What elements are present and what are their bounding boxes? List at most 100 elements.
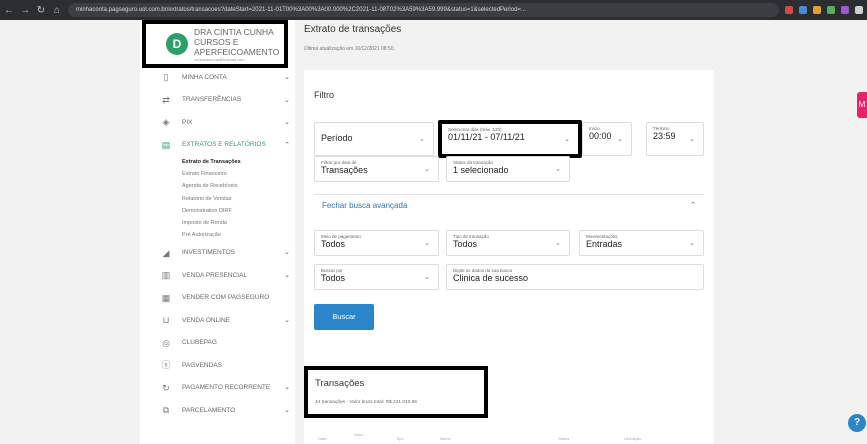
forward-icon[interactable]: → (20, 5, 30, 16)
chevron-up-icon[interactable]: ⌃ (690, 201, 696, 209)
sidebar-item-label: PAGAMENTO RECORRENTE (182, 384, 271, 392)
chevron-up-icon: ⌃ (284, 141, 290, 149)
subitem-imposto-renda[interactable]: Imposto de Renda (160, 217, 290, 229)
movements-select[interactable]: Movimentações Entradas ⌄ (579, 230, 704, 256)
account-card[interactable]: D DRA CINTIA CUNHA CURSOS E APERFEICOAME… (142, 20, 288, 68)
reload-icon[interactable]: ↻ (36, 5, 46, 16)
help-icon[interactable]: ? (848, 414, 866, 432)
page: D DRA CINTIA CUNHA CURSOS E APERFEICOAME… (0, 20, 867, 444)
sidebar-item-extratos[interactable]: ▤ EXTRATOS E RELATÓRIOS ⌃ (160, 134, 290, 157)
filter-card: Filtro Período ⌄ Selecionar dias (máx. 1… (304, 70, 714, 360)
chevron-down-icon: ⌄ (284, 249, 290, 257)
club-icon: ◎ (162, 337, 170, 348)
sidebar-item-label: PIX (182, 118, 193, 126)
side-widget-tab[interactable]: M (857, 92, 867, 118)
account-email: cursosdcunha@hotmail.com (194, 56, 245, 62)
cart-icon: ⊔ (162, 315, 170, 326)
search-by-select[interactable]: Buscar por Todos ⌄ (314, 264, 439, 290)
divider (314, 194, 704, 195)
sidebar-item-venda-online[interactable]: ⊔ VENDA ONLINE ⌄ (160, 309, 290, 332)
document-icon: ▤ (161, 139, 171, 150)
sidebar-item-label: PAGVENDAS (182, 361, 222, 369)
extension-icon[interactable] (813, 6, 821, 14)
sidebar-menu: ▯ MINHA CONTA ⌄ ⇄ TRANSFERÊNCIAS ⌄ ◈ PIX ⌄ ▤ EX… (160, 66, 290, 421)
sidebar-item-pagamento-recorrente[interactable]: ↻ PAGAMENTO RECORRENTE ⌄ (160, 376, 290, 399)
sidebar-item-minha-conta[interactable]: ▯ MINHA CONTA ⌄ (160, 66, 290, 89)
status-value: 1 selecionado (453, 165, 509, 175)
chevron-down-icon: ⌄ (284, 119, 290, 126)
column-header-tipo[interactable]: Tipo (396, 436, 404, 441)
column-header-liberacao[interactable]: Liberação (624, 436, 642, 441)
chart-icon: ◢ (162, 247, 170, 258)
filter-date-type-select[interactable]: Filtrar por data de Transações ⌄ (314, 156, 439, 182)
recurring-icon: ↻ (162, 382, 170, 393)
payment-method-select[interactable]: Meio de pagamento Todos ⌄ (314, 230, 439, 256)
search-by-value: Todos (321, 273, 346, 283)
search-input[interactable]: Digite os dados da sua busca Clinica de … (446, 264, 704, 290)
column-header-nome[interactable]: Nome (440, 436, 451, 441)
search-button[interactable]: Buscar (314, 304, 374, 330)
sidebar-item-label: PARCELAMENTO (182, 406, 236, 414)
transfer-icon: ⇄ (162, 94, 170, 105)
sidebar-item-label: VENDER COM PAGSEGURO (182, 294, 270, 302)
account-name: DRA CINTIA CUNHA CURSOS E APERFEICOAMENT… (194, 26, 280, 57)
subitem-agenda-recebiveis[interactable]: Agenda de Recebíveis (160, 180, 290, 192)
extension-icon[interactable] (827, 6, 835, 14)
store-icon: ▦ (161, 292, 171, 303)
end-time-select[interactable]: Término 23:59 ⌄ (646, 122, 704, 156)
sidebar-item-label: VENDA ONLINE (182, 316, 231, 324)
transactions-card: Transações 44 transações - Valor bruto t… (304, 358, 714, 444)
back-icon[interactable]: ← (4, 5, 14, 16)
extension-icon[interactable] (785, 6, 793, 14)
column-header-data[interactable]: Data (318, 436, 326, 441)
browser-toolbar: ← → ↻ ⌂ minhaconta.pagseguro.uol.com.br/… (0, 0, 867, 20)
address-bar[interactable]: minhaconta.pagseguro.uol.com.br/extratos… (68, 3, 779, 17)
home-icon[interactable]: ⌂ (52, 5, 62, 16)
extension-icon[interactable] (799, 6, 807, 14)
sidebar-item-investimentos[interactable]: ◢ INVESTIMENTOS ⌄ (160, 241, 290, 264)
sidebar: D DRA CINTIA CUNHA CURSOS E APERFEICOAME… (140, 20, 295, 444)
column-header-status[interactable]: Status (558, 436, 569, 441)
subitem-demonstrativo-dirf[interactable]: Demonstrativo DIRF (160, 205, 290, 217)
search-input-value: Clinica de sucesso (453, 273, 529, 283)
avatar: D (166, 33, 188, 55)
chevron-down-icon: ⌄ (424, 240, 430, 247)
subitem-extrato-transacoes[interactable]: Extrato de Transações (160, 156, 290, 168)
chevron-down-icon: ⌄ (284, 316, 290, 324)
chevron-down-icon: ⌄ (284, 271, 290, 279)
transaction-type-select[interactable]: Tipo de transação Todos ⌄ (446, 230, 570, 256)
profile-icon[interactable] (855, 6, 863, 14)
chevron-down-icon: ⌄ (419, 136, 425, 143)
subitem-pre-autorizacao[interactable]: Pré Autorização (160, 229, 290, 241)
sidebar-item-pix[interactable]: ◈ PIX ⌄ (160, 111, 290, 134)
sidebar-item-parcelamento[interactable]: ⧉ PARCELAMENTO ⌄ (160, 399, 290, 422)
chevron-down-icon: ⌄ (564, 136, 570, 143)
transactions-summary: 44 transações - Valor bruto total: R$ 24… (315, 400, 418, 405)
subitem-relatorio-vendas[interactable]: Relatório de Vendas (160, 193, 290, 205)
advanced-search-toggle[interactable]: Fechar busca avançada (322, 201, 407, 210)
subitem-extrato-financeiro[interactable]: Extrato Financeiro (160, 168, 290, 180)
column-header-valor[interactable]: Valor (354, 432, 363, 437)
sidebar-item-vender-pagseguro[interactable]: ▦ VENDER COM PAGSEGURO (160, 286, 290, 309)
sidebar-item-transferencias[interactable]: ⇄ TRANSFERÊNCIAS ⌄ (160, 89, 290, 112)
sidebar-item-clubepag[interactable]: ◎ CLUBEPAG (160, 331, 290, 354)
card-reader-icon: ▥ (161, 270, 171, 281)
extension-icon[interactable] (841, 6, 849, 14)
sidebar-item-label: EXTRATOS E RELATÓRIOS (182, 141, 266, 149)
chevron-down-icon: ⌄ (284, 74, 290, 81)
periodo-select[interactable]: Período ⌄ (314, 122, 434, 156)
chevron-down-icon: ⌄ (555, 166, 561, 173)
status-select[interactable]: Status da transação 1 selecionado ⌄ (446, 156, 570, 182)
sidebar-item-label: TRANSFERÊNCIAS (182, 96, 242, 104)
start-time-select[interactable]: Início 00:00 ⌄ (582, 122, 632, 156)
chevron-down-icon: ⌄ (689, 240, 695, 247)
chevron-down-icon: ⌄ (555, 240, 561, 247)
date-range-select[interactable]: Selecionar dias (máx. 120) 01/11/21 - 07… (438, 120, 582, 158)
pix-icon: ◈ (162, 117, 170, 128)
sidebar-item-label: INVESTIMENTOS (182, 249, 235, 257)
transactions-title: Transações (315, 378, 365, 389)
sidebar-item-pagvendas[interactable]: ⓢ PAGVENDAS (160, 354, 290, 377)
last-updated: Última atualização em 10/12/2021 08:50. (304, 46, 395, 52)
sidebar-item-venda-presencial[interactable]: ▥ VENDA PRESENCIAL ⌄ (160, 264, 290, 287)
payment-method-value: Todos (321, 239, 346, 249)
